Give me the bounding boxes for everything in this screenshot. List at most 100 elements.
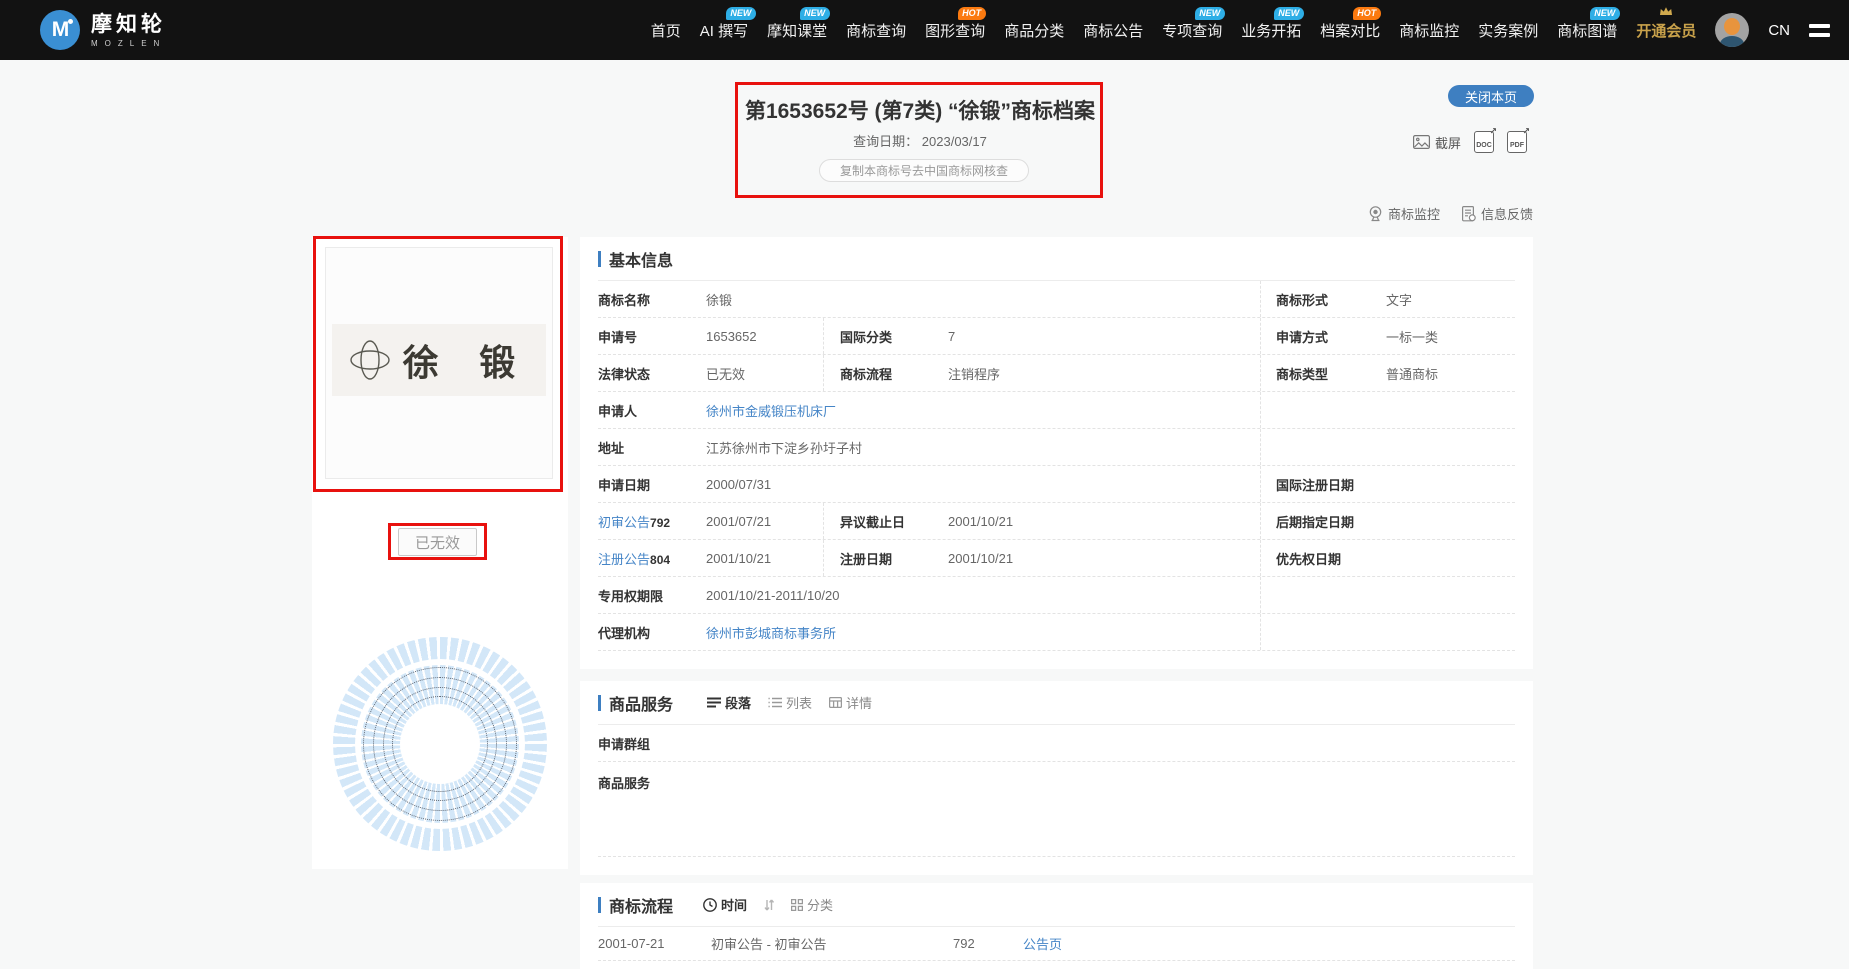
nav-business-dev[interactable]: 业务开拓NEW — [1241, 20, 1301, 41]
trademark-wheel-graphic — [333, 637, 547, 851]
view-detail-toggle[interactable]: 详情 — [829, 693, 872, 712]
new-badge: NEW — [800, 7, 830, 20]
crown-icon — [1659, 6, 1673, 16]
row-legal-status: 法律状态已无效 商标流程注销程序 商标类型普通商标 — [598, 355, 1515, 392]
sort-direction-icon[interactable] — [764, 899, 774, 911]
clock-icon — [703, 898, 717, 912]
sort-by-time-toggle[interactable]: 时间 — [703, 895, 747, 914]
nav-ai-writing[interactable]: AI 撰写NEW — [700, 20, 748, 41]
trademark-text: 徐 锻 — [403, 334, 530, 386]
brand-subtitle: MOZLEN — [91, 39, 166, 48]
nav-file-compare[interactable]: 档案对比HOT — [1320, 20, 1380, 41]
picture-icon — [1413, 135, 1430, 149]
page: M 摩知轮 MOZLEN 首页 AI 撰写NEW 摩知课堂NEW 商标查询 图形… — [0, 0, 1849, 969]
query-date-label: 查询日期： — [853, 134, 918, 149]
nav-home[interactable]: 首页 — [651, 20, 681, 41]
nav-menu: 首页 AI 撰写NEW 摩知课堂NEW 商标查询 图形查询HOT 商品分类 商标… — [651, 0, 1830, 60]
first-publication-link[interactable]: 初审公告 — [598, 515, 650, 530]
section-title-basic-info: 基本信息 — [598, 247, 673, 271]
top-navbar: M 摩知轮 MOZLEN 首页 AI 撰写NEW 摩知课堂NEW 商标查询 图形… — [0, 0, 1849, 60]
flow-number: 792 — [953, 936, 1023, 951]
group-by-class-toggle[interactable]: 分类 — [791, 895, 833, 914]
hamburger-menu-icon[interactable] — [1809, 24, 1830, 37]
row-exclusive-period: 专用权期限2001/10/21-2011/10/20 — [598, 577, 1515, 614]
list-icon — [768, 697, 782, 708]
gazette-page-link[interactable]: 公告页 — [1023, 934, 1062, 953]
hot-badge: HOT — [958, 7, 986, 20]
query-date-value: 2023/03/17 — [922, 134, 987, 149]
section-title-flow: 商标流程 — [598, 893, 673, 917]
flow-event: 初审公告 - 初审公告 — [711, 934, 953, 953]
table-icon — [829, 697, 842, 708]
new-badge: NEW — [1195, 7, 1225, 20]
brand-name: 摩知轮 — [91, 13, 166, 37]
view-list-toggle[interactable]: 列表 — [768, 693, 812, 712]
pdf-file-icon: PDF↗ — [1507, 131, 1527, 153]
user-avatar[interactable] — [1715, 13, 1749, 47]
trademark-name-value: 徐锻 — [706, 290, 732, 309]
doc-file-icon: DOC↗ — [1474, 131, 1494, 153]
row-applicant: 申请人徐州市金威锻压机床厂 — [598, 392, 1515, 429]
section-title-goods-services: 商品服务 — [598, 691, 673, 715]
nav-case-studies[interactable]: 实务案例 — [1478, 20, 1538, 41]
brand-logo-icon: M — [40, 10, 80, 50]
nav-vip-membership[interactable]: 开通会员 — [1636, 20, 1696, 41]
trademark-flow-panel: 商标流程 时间 分类 2001-07-21 初审公告 - 初审公告 792 公告… — [580, 883, 1533, 969]
logo-dot — [68, 19, 73, 24]
hot-badge: HOT — [1353, 7, 1381, 20]
grid-icon — [791, 899, 803, 911]
new-badge: NEW — [1590, 7, 1620, 20]
nav-mozlen-class[interactable]: 摩知课堂NEW — [767, 20, 827, 41]
row-goods-services: 商品服务 — [598, 762, 1515, 857]
new-badge: NEW — [726, 7, 756, 20]
copy-trademark-number-button[interactable]: 复制本商标号去中国商标网核查 — [819, 159, 1029, 182]
trademark-logo-ellipses — [349, 334, 391, 386]
export-pdf-button[interactable]: PDF↗ — [1507, 131, 1527, 153]
nav-trademark-monitor[interactable]: 商标监控 — [1399, 20, 1459, 41]
nav-trademark-search[interactable]: 商标查询 — [846, 20, 906, 41]
query-date-line: 查询日期： 2023/03/17 — [560, 131, 1280, 150]
export-toolbar: 截屏 DOC↗ PDF↗ — [1413, 131, 1527, 153]
row-agency: 代理机构徐州市彭城商标事务所 — [598, 614, 1515, 651]
applicant-link[interactable]: 徐州市金威锻压机床厂 — [706, 401, 836, 420]
goods-services-panel: 商品服务 段落 列表 详情 申请群组 商品服务 — [580, 681, 1533, 875]
trademark-image-card: 徐 锻 — [325, 247, 553, 479]
export-doc-button[interactable]: DOC↗ — [1474, 131, 1494, 153]
basic-info-panel: 基本信息 商标名称徐锻 商标形式文字 申请号1653652 国际分类7 申请方式… — [580, 237, 1533, 669]
row-trademark-name: 商标名称徐锻 商标形式文字 — [598, 281, 1515, 318]
legal-status-value: 已无效 — [706, 364, 745, 383]
application-number-value: 1653652 — [706, 329, 757, 344]
close-page-button[interactable]: 关闭本页 — [1448, 85, 1534, 107]
row-application-date: 申请日期2000/07/31 国际注册日期 — [598, 466, 1515, 503]
row-address: 地址江苏徐州市下淀乡孙圩子村 — [598, 429, 1515, 466]
meta-toolbar: 商标监控 信息反馈 — [1368, 204, 1533, 223]
page-title: 第1653652号 (第7类) “徐锻”商标档案 — [560, 95, 1280, 125]
view-paragraph-toggle[interactable]: 段落 — [707, 693, 751, 712]
screenshot-button[interactable]: 截屏 — [1413, 133, 1461, 152]
nav-trademark-gazette[interactable]: 商标公告 — [1083, 20, 1143, 41]
flow-date: 2001-07-21 — [598, 936, 711, 951]
row-first-publication: 初审公告7922001/07/21 异议截止日2001/10/21 后期指定日期 — [598, 503, 1515, 540]
status-badge[interactable]: 已无效 — [398, 528, 477, 556]
new-badge: NEW — [1274, 7, 1304, 20]
feedback-link[interactable]: 信息反馈 — [1462, 204, 1533, 223]
row-application-group: 申请群组 — [598, 725, 1515, 762]
feedback-doc-icon — [1462, 206, 1476, 222]
nav-trademark-graph[interactable]: 商标图谱NEW — [1557, 20, 1617, 41]
nav-special-search[interactable]: 专项查询NEW — [1162, 20, 1222, 41]
nav-image-search[interactable]: 图形查询HOT — [925, 20, 985, 41]
trademark-monitor-link[interactable]: 商标监控 — [1368, 204, 1440, 223]
monitor-camera-icon — [1368, 206, 1383, 222]
avatar-head — [1724, 18, 1740, 35]
agency-link[interactable]: 徐州市彭城商标事务所 — [706, 623, 836, 642]
row-application-number: 申请号1653652 国际分类7 申请方式一标一类 — [598, 318, 1515, 355]
trademark-image: 徐 锻 — [332, 324, 546, 396]
registration-publication-link[interactable]: 注册公告 — [598, 552, 650, 567]
brand-logo[interactable]: M 摩知轮 MOZLEN — [40, 10, 166, 50]
nav-goods-class[interactable]: 商品分类 — [1004, 20, 1064, 41]
language-toggle[interactable]: CN — [1768, 22, 1790, 39]
row-registration-publication: 注册公告8042001/10/21 注册日期2001/10/21 优先权日期 — [598, 540, 1515, 577]
avatar-body — [1720, 36, 1744, 47]
flow-table-row: 2001-07-21 初审公告 - 初审公告 792 公告页 — [598, 927, 1515, 961]
paragraph-icon — [707, 697, 721, 708]
